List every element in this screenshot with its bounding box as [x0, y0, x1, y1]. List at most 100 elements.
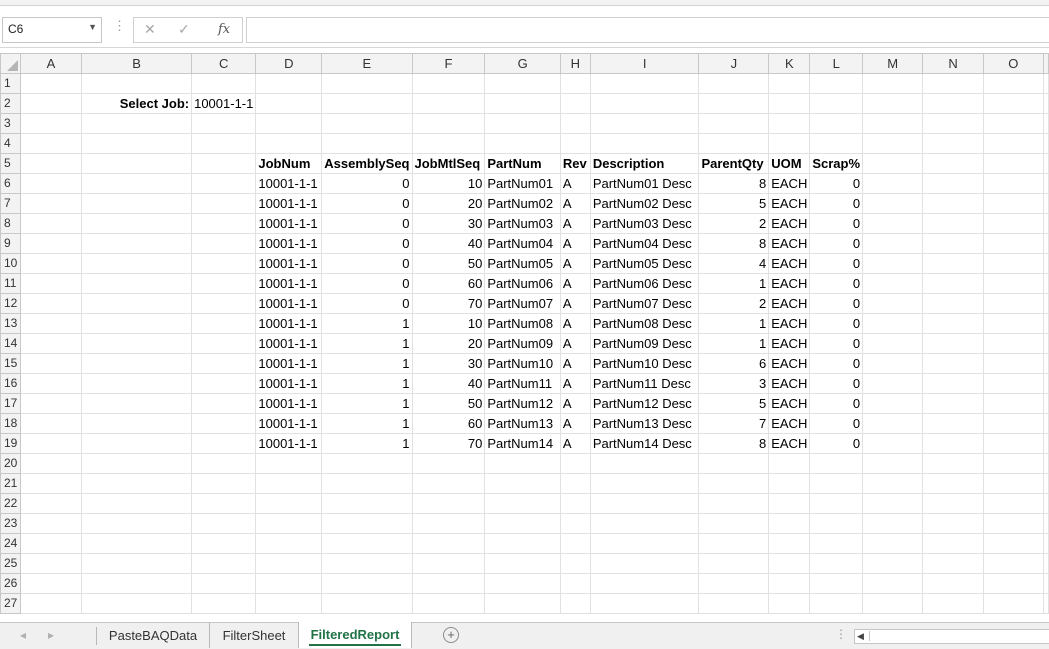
cell[interactable]: [862, 153, 924, 174]
cell[interactable]: [484, 133, 561, 154]
cell[interactable]: EACH: [768, 313, 811, 334]
cell[interactable]: [321, 533, 413, 554]
cell[interactable]: [191, 453, 257, 474]
cell[interactable]: PartNum02 Desc: [589, 193, 700, 214]
cell[interactable]: [255, 93, 323, 114]
column-header[interactable]: G: [484, 53, 561, 74]
cell[interactable]: [698, 513, 770, 534]
cell[interactable]: [862, 273, 924, 294]
cell[interactable]: 40: [411, 233, 486, 254]
cell[interactable]: PartNum10 Desc: [589, 353, 700, 374]
cell[interactable]: 50: [411, 393, 486, 414]
cell[interactable]: [255, 73, 323, 94]
cell[interactable]: [321, 133, 413, 154]
cell[interactable]: 4: [698, 253, 770, 274]
cell[interactable]: [191, 233, 257, 254]
cell[interactable]: 10001-1-1: [255, 253, 323, 274]
cell[interactable]: [982, 93, 1045, 114]
cell[interactable]: [1043, 533, 1049, 554]
cell[interactable]: [768, 113, 811, 134]
cell[interactable]: JobMtlSeq: [411, 153, 486, 174]
cell[interactable]: [411, 513, 486, 534]
row-header[interactable]: 3: [0, 113, 21, 134]
cell[interactable]: [191, 593, 257, 614]
column-header-overflow[interactable]: [1043, 53, 1049, 74]
cell[interactable]: [698, 73, 770, 94]
cell[interactable]: [698, 93, 770, 114]
cell[interactable]: 10001-1-1: [255, 353, 323, 374]
cell[interactable]: PartNum08: [484, 313, 561, 334]
cell[interactable]: [411, 553, 486, 574]
cell[interactable]: [982, 333, 1045, 354]
cell[interactable]: [19, 373, 83, 394]
cell[interactable]: 0: [809, 173, 864, 194]
cell[interactable]: [191, 353, 257, 374]
cell[interactable]: [922, 533, 984, 554]
cell[interactable]: [321, 513, 413, 534]
cell[interactable]: [321, 453, 413, 474]
cell[interactable]: [982, 133, 1045, 154]
cell[interactable]: [862, 353, 924, 374]
cell[interactable]: [982, 173, 1045, 194]
cell[interactable]: [191, 213, 257, 234]
name-box[interactable]: C6 ▼: [2, 17, 102, 43]
cell[interactable]: [411, 473, 486, 494]
cell[interactable]: ParentQty: [698, 153, 770, 174]
row-header[interactable]: 9: [0, 233, 21, 254]
cell[interactable]: PartNum03: [484, 213, 561, 234]
cell[interactable]: [81, 493, 193, 514]
cell[interactable]: [982, 373, 1045, 394]
cell[interactable]: [768, 553, 811, 574]
cell[interactable]: [862, 573, 924, 594]
cell[interactable]: [411, 453, 486, 474]
cancel-icon[interactable]: ✕: [144, 21, 156, 38]
cell[interactable]: [81, 193, 193, 214]
cell[interactable]: EACH: [768, 273, 811, 294]
cell[interactable]: A: [559, 313, 591, 334]
cell[interactable]: [1043, 293, 1049, 314]
cell[interactable]: 10001-1-1: [255, 173, 323, 194]
cell[interactable]: A: [559, 293, 591, 314]
cell[interactable]: [321, 593, 413, 614]
cell[interactable]: [922, 93, 984, 114]
cell[interactable]: PartNum12: [484, 393, 561, 414]
cell[interactable]: [589, 73, 700, 94]
cell[interactable]: 5: [698, 193, 770, 214]
cell[interactable]: [809, 113, 864, 134]
row-header[interactable]: 8: [0, 213, 21, 234]
cell[interactable]: 6: [698, 353, 770, 374]
cell[interactable]: [19, 253, 83, 274]
row-header[interactable]: 18: [0, 413, 21, 434]
cell[interactable]: [862, 233, 924, 254]
cell[interactable]: PartNum02: [484, 193, 561, 214]
cell[interactable]: [559, 73, 591, 94]
cell[interactable]: [19, 293, 83, 314]
cell[interactable]: PartNum14: [484, 433, 561, 454]
cell[interactable]: [1043, 233, 1049, 254]
row-header[interactable]: 21: [0, 473, 21, 494]
cell[interactable]: 0: [321, 293, 413, 314]
column-header[interactable]: F: [411, 53, 486, 74]
cell[interactable]: [922, 153, 984, 174]
cell[interactable]: [698, 533, 770, 554]
cell[interactable]: [922, 73, 984, 94]
cell[interactable]: [862, 433, 924, 454]
cell[interactable]: [411, 593, 486, 614]
cell[interactable]: 70: [411, 293, 486, 314]
cell[interactable]: [559, 593, 591, 614]
cell[interactable]: Select Job:: [81, 93, 193, 114]
cell[interactable]: [862, 593, 924, 614]
cell[interactable]: [19, 273, 83, 294]
cell[interactable]: [1043, 213, 1049, 234]
cell[interactable]: PartNum01 Desc: [589, 173, 700, 194]
cell[interactable]: [982, 413, 1045, 434]
cell[interactable]: 20: [411, 193, 486, 214]
cell[interactable]: [191, 573, 257, 594]
cell[interactable]: [1043, 593, 1049, 614]
cell[interactable]: [768, 513, 811, 534]
cell[interactable]: [922, 593, 984, 614]
cell[interactable]: [862, 213, 924, 234]
cell[interactable]: PartNum09 Desc: [589, 333, 700, 354]
cell[interactable]: [255, 453, 323, 474]
cell[interactable]: [698, 553, 770, 574]
